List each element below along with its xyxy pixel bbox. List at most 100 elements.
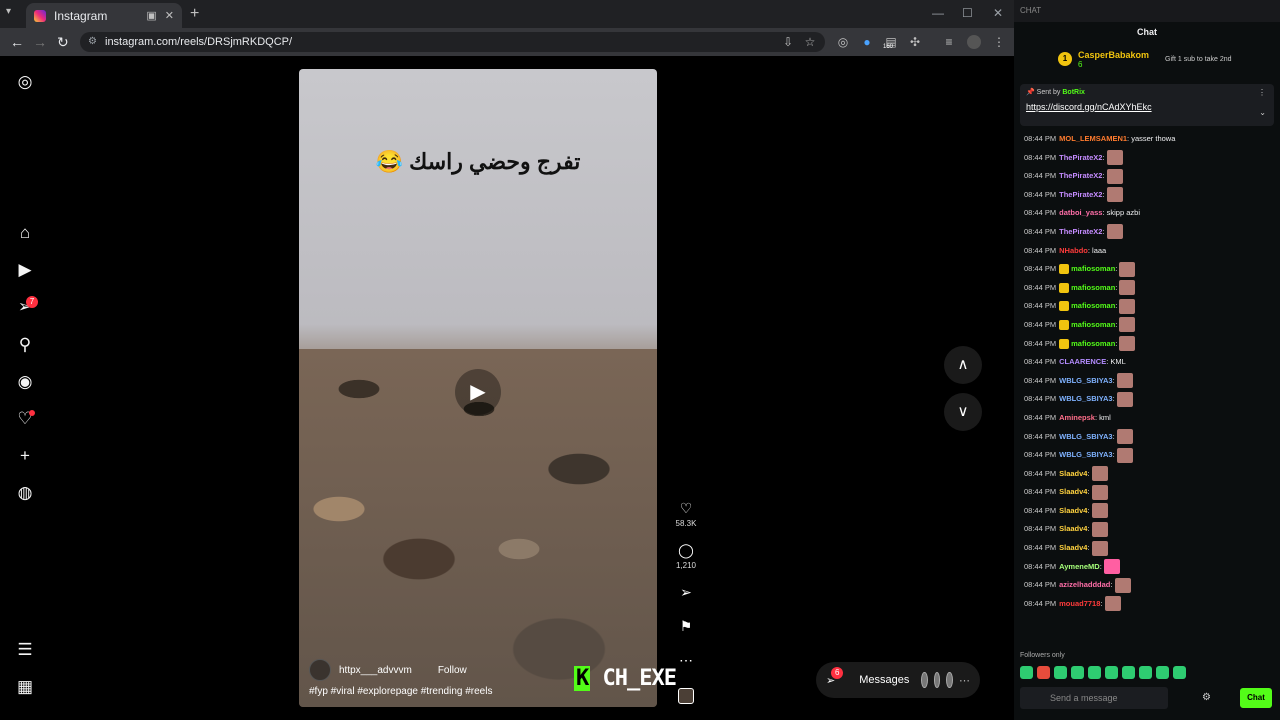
emote[interactable]	[1088, 666, 1101, 679]
messages-button[interactable]: ➢ 6 Messages ⋯	[816, 662, 980, 698]
new-tab-button[interactable]: +	[190, 5, 199, 23]
site-info-icon[interactable]: ⚙	[88, 32, 97, 52]
chat-emote[interactable]	[1116, 373, 1133, 389]
extensions-puzzle-icon[interactable]: ✣	[908, 35, 922, 49]
message-username[interactable]: mafiosoman	[1071, 264, 1115, 273]
follow-button[interactable]: Follow	[438, 665, 467, 676]
author-avatar[interactable]	[309, 659, 331, 681]
message-username[interactable]: Slaadv4	[1059, 524, 1087, 533]
bookmark-star-icon[interactable]: ☆	[803, 35, 817, 49]
message-username[interactable]: Slaadv4	[1059, 506, 1087, 515]
next-reel-button[interactable]: ∨	[944, 393, 982, 431]
emote[interactable]	[1037, 666, 1050, 679]
chat-emote[interactable]	[1114, 577, 1131, 593]
browser-menu-icon[interactable]: ⋮	[992, 35, 1006, 49]
message-username[interactable]: WBLG_SBIYA3	[1059, 376, 1113, 385]
message-username[interactable]: ThePirateX2	[1059, 171, 1102, 180]
emote[interactable]	[1071, 666, 1084, 679]
message-username[interactable]: ThePirateX2	[1059, 190, 1102, 199]
save-bookmark-icon[interactable]: ⚑	[672, 618, 700, 635]
chat-emote[interactable]	[1119, 280, 1136, 296]
chat-emote[interactable]	[1106, 150, 1123, 166]
chat-emote[interactable]	[1106, 187, 1123, 203]
emote[interactable]	[1173, 666, 1186, 679]
chat-emote[interactable]	[1091, 540, 1108, 556]
message-username[interactable]: ThePirateX2	[1059, 153, 1102, 162]
emote[interactable]	[1122, 666, 1135, 679]
chat-emote[interactable]	[1119, 317, 1136, 333]
minimize-icon[interactable]: —	[932, 6, 944, 20]
instagram-logo-icon[interactable]: ◎	[14, 71, 36, 93]
message-username[interactable]: WBLG_SBIYA3	[1059, 432, 1113, 441]
reel-hashtags[interactable]: #fyp #viral #explorepage #trending #reel…	[309, 686, 492, 697]
message-username[interactable]: datboi_yass	[1059, 208, 1102, 217]
chat-emote[interactable]	[1103, 559, 1120, 575]
home-icon[interactable]: ⌂	[14, 222, 36, 244]
tab-instagram[interactable]: Instagram ▣ ✕	[26, 3, 182, 28]
chat-emote[interactable]	[1091, 521, 1108, 537]
create-icon[interactable]: +	[14, 445, 36, 467]
like-heart-icon[interactable]: ♡	[680, 500, 693, 516]
pinned-expand-icon[interactable]: ⌄	[1259, 108, 1266, 117]
comment-action[interactable]: ◯ 1,210	[672, 542, 700, 570]
message-username[interactable]: Slaadv4	[1059, 469, 1087, 478]
close-window-icon[interactable]: ✕	[993, 6, 1003, 20]
emote[interactable]	[1156, 666, 1169, 679]
pin-options-icon[interactable]: ⋮	[1258, 88, 1266, 97]
url-field[interactable]: ⚙ instagram.com/reels/DRSjmRKDQCP/	[80, 32, 825, 52]
message-username[interactable]: CLAARENCE	[1059, 357, 1106, 366]
emote[interactable]	[1054, 666, 1067, 679]
message-username[interactable]: mafiosoman	[1071, 320, 1115, 329]
picture-in-picture-icon[interactable]: ▣	[146, 9, 156, 22]
message-username[interactable]: mafiosoman	[1071, 301, 1115, 310]
chat-emote[interactable]	[1106, 168, 1123, 184]
message-username[interactable]: WBLG_SBIYA3	[1059, 450, 1113, 459]
chat-emote[interactable]	[1119, 298, 1136, 314]
chat-emote[interactable]	[1119, 336, 1136, 352]
more-menu-icon[interactable]: ☰	[14, 639, 36, 661]
comment-bubble-icon[interactable]: ◯	[678, 542, 694, 558]
top-gifter-name[interactable]: CasperBabakom	[1078, 50, 1149, 60]
install-app-icon[interactable]: ⇩	[781, 35, 795, 49]
play-icon[interactable]: ▶	[455, 369, 501, 415]
message-username[interactable]: Slaadv4	[1059, 487, 1087, 496]
author-username[interactable]: httpx___advvvm	[339, 665, 412, 676]
chat-emote[interactable]	[1091, 484, 1108, 500]
discord-link[interactable]: https://discord.gg/nCAdXYhEkc	[1026, 102, 1268, 112]
chat-emote[interactable]	[1106, 224, 1123, 240]
message-username[interactable]: azizelhadddad	[1059, 580, 1110, 589]
like-action[interactable]: ♡ 58.3K	[672, 500, 700, 528]
gift-hint[interactable]: Gift 1 sub to take 2nd	[1165, 56, 1232, 63]
back-icon[interactable]: ←	[10, 34, 24, 50]
chat-emote[interactable]	[1104, 596, 1121, 612]
message-username[interactable]: NHabdo	[1059, 246, 1088, 255]
message-username[interactable]: mouad7718	[1059, 599, 1100, 608]
chat-emote[interactable]	[1116, 447, 1133, 463]
chat-emote[interactable]	[1116, 391, 1133, 407]
chat-settings-icon[interactable]: ⚙	[1202, 692, 1211, 703]
forward-icon[interactable]: →	[33, 34, 47, 50]
profile-avatar-icon[interactable]	[967, 35, 981, 49]
chat-send-button[interactable]: Chat	[1240, 688, 1272, 708]
extension-glasses-icon[interactable]: ◎	[836, 35, 850, 49]
emote[interactable]	[1020, 666, 1033, 679]
message-username[interactable]: mafiosoman	[1071, 283, 1115, 292]
emote[interactable]	[1105, 666, 1118, 679]
message-username[interactable]: mafiosoman	[1071, 339, 1115, 348]
message-username[interactable]: ThePirateX2	[1059, 227, 1102, 236]
message-username[interactable]: AymeneMD	[1059, 562, 1100, 571]
chat-emote[interactable]	[1091, 503, 1108, 519]
chat-emote[interactable]	[1119, 261, 1136, 277]
extension-s-icon[interactable]: ●	[860, 35, 874, 49]
message-username[interactable]: Slaadv4	[1059, 543, 1087, 552]
message-username[interactable]: WBLG_SBIYA3	[1059, 394, 1113, 403]
reel-video[interactable]: تفرج وحضي راسك 😂 ▶ httpx___advvvm Follow…	[299, 69, 657, 707]
message-username[interactable]: Aminepsk	[1059, 413, 1095, 422]
tab-search-icon[interactable]: ▾	[6, 6, 11, 17]
message-username[interactable]: MOL_LEMSAMEN1	[1059, 134, 1127, 143]
audio-thumbnail[interactable]	[678, 688, 694, 704]
chat-emote[interactable]	[1091, 466, 1108, 482]
chat-message-input[interactable]: Send a message	[1020, 687, 1168, 709]
emote[interactable]	[1139, 666, 1152, 679]
previous-reel-button[interactable]: ∧	[944, 346, 982, 384]
